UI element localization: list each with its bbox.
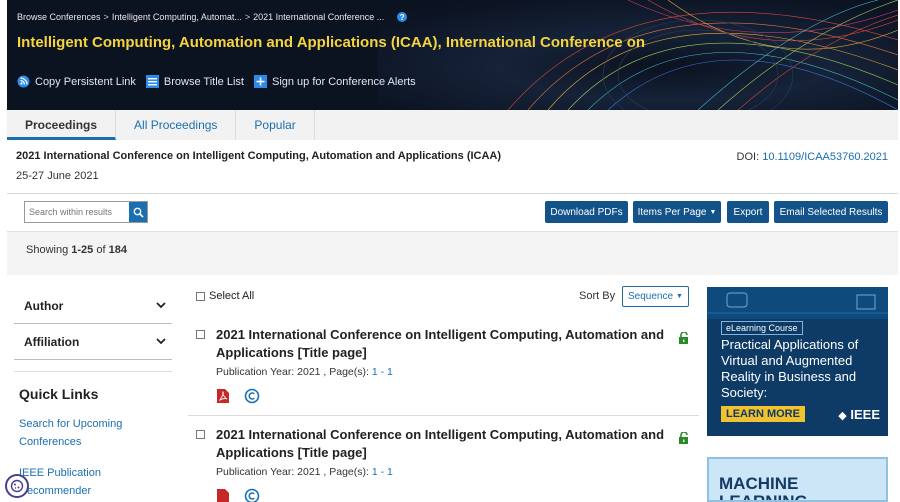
- caret-down-icon: ▼: [676, 293, 683, 300]
- select-all-checkbox[interactable]: [196, 291, 205, 301]
- result-pages: 1 - 1: [371, 466, 393, 478]
- facet-author[interactable]: Author: [14, 288, 172, 324]
- quick-links-title: Quick Links: [19, 386, 99, 402]
- breadcrumb-current-conference[interactable]: 2021 International Conference ...: [253, 12, 384, 22]
- facet-affiliation[interactable]: Affiliation: [14, 324, 172, 360]
- list-icon: [145, 75, 159, 88]
- result-meta: Publication Year: 2021 , Page(s): 1 - 1: [216, 366, 393, 378]
- open-access-lock-icon: [678, 431, 690, 449]
- facet-affiliation-label: Affiliation: [24, 334, 80, 349]
- showing-total: 184: [108, 244, 127, 256]
- export-button[interactable]: Export: [727, 201, 769, 223]
- plus-icon: [253, 75, 267, 88]
- breadcrumb: Browse Conferences > Intelligent Computi…: [17, 12, 408, 22]
- tab-popular[interactable]: Popular: [236, 110, 315, 140]
- browse-title-list-label: Browse Title List: [163, 75, 244, 88]
- search-within-results: [24, 201, 148, 223]
- doi: DOI: 10.1109/ICAA53760.2021: [737, 151, 888, 163]
- showing-range: 1-25: [71, 244, 94, 256]
- breadcrumb-conference-series[interactable]: Intelligent Computing, Automat...: [112, 12, 242, 22]
- tab-bar: Proceedings All Proceedings Popular: [7, 110, 898, 140]
- conference-alerts-label: Sign up for Conference Alerts: [271, 75, 416, 88]
- breadcrumb-separator: >: [244, 12, 251, 22]
- tab-proceedings[interactable]: Proceedings: [7, 110, 117, 140]
- chevron-down-icon: [156, 302, 166, 309]
- download-pdfs-label: Download PDFs: [550, 206, 623, 218]
- doi-link[interactable]: 10.1109/ICAA53760.2021: [762, 151, 888, 163]
- showing-of: of: [96, 244, 106, 256]
- facet-author-label: Author: [24, 298, 64, 313]
- cookie-settings-icon[interactable]: [5, 474, 29, 498]
- quick-link-publication-recommender[interactable]: IEEE Publication Recommender: [19, 464, 139, 500]
- copyright-icon[interactable]: [244, 388, 260, 404]
- ieee-brand: IEEE: [850, 407, 880, 422]
- result-publication-year: Publication Year: 2021 , Page(s):: [216, 366, 369, 378]
- search-button[interactable]: [129, 202, 147, 222]
- result-checkbox[interactable]: [196, 330, 205, 339]
- download-pdfs-button[interactable]: Download PDFs: [545, 201, 628, 223]
- conference-date: 25-27 June 2021: [16, 170, 99, 182]
- copy-persistent-link-label: Copy Persistent Link: [35, 75, 136, 88]
- items-per-page-button[interactable]: Items Per Page ▼: [633, 201, 721, 223]
- doi-label: DOI:: [736, 151, 760, 163]
- quick-link-upcoming-conferences[interactable]: Search for Upcoming Conferences: [19, 415, 149, 451]
- result-title[interactable]: 2021 International Conference on Intelli…: [216, 326, 666, 362]
- select-all[interactable]: Select All: [196, 290, 254, 302]
- showing-prefix: Showing: [26, 244, 69, 256]
- banner-actions: Copy Persistent Link Browse Title List S…: [17, 75, 416, 88]
- items-per-page-label: Items Per Page: [637, 206, 707, 218]
- elearning-ad[interactable]: eLearning Course Practical Applications …: [707, 287, 888, 436]
- copyright-icon[interactable]: [244, 488, 260, 502]
- conference-name: 2021 International Conference on Intelli…: [16, 150, 502, 162]
- export-label: Export: [733, 206, 763, 218]
- divider: [7, 193, 898, 194]
- result-actions: [216, 388, 260, 404]
- ad-background-art: [707, 287, 888, 319]
- machine-learning-ad[interactable]: MACHINE LEARNING: [707, 457, 888, 502]
- sort-by-label: Sort By: [579, 290, 616, 302]
- search-icon: [133, 207, 144, 218]
- conference-alerts-button[interactable]: Sign up for Conference Alerts: [253, 75, 416, 88]
- page-title: Intelligent Computing, Automation and Ap…: [17, 34, 646, 51]
- pdf-icon[interactable]: [216, 388, 230, 404]
- learn-more-button[interactable]: LEARN MORE: [721, 406, 805, 422]
- breadcrumb-separator: >: [103, 12, 109, 22]
- email-selected-results-button[interactable]: Email Selected Results: [774, 201, 888, 223]
- conference-info: 2021 International Conference on Intelli…: [16, 150, 501, 182]
- email-selected-results-label: Email Selected Results: [779, 206, 883, 218]
- conference-banner: Browse Conferences > Intelligent Computi…: [7, 0, 898, 110]
- select-all-label: Select All: [209, 290, 255, 302]
- result-meta: Publication Year: 2021 , Page(s): 1 - 1: [216, 466, 393, 478]
- result-publication-year: Publication Year: 2021 , Page(s):: [216, 466, 369, 478]
- results-count: Showing 1-25 of 184: [26, 244, 127, 256]
- search-input[interactable]: [25, 202, 129, 222]
- result-item: 2021 International Conference on Intelli…: [196, 326, 698, 412]
- chevron-down-icon: [156, 338, 166, 345]
- open-access-lock-icon: [678, 331, 690, 349]
- sort-by-dropdown[interactable]: Sequence ▼: [622, 286, 689, 307]
- results-count-bar: [7, 231, 898, 275]
- divider: [188, 415, 699, 416]
- ad-text: Practical Applications of Virtual and Au…: [721, 337, 859, 400]
- pdf-icon[interactable]: [216, 488, 230, 502]
- tab-all-proceedings[interactable]: All Proceedings: [116, 110, 237, 140]
- ad-badge: eLearning Course: [721, 321, 803, 335]
- breadcrumb-browse-conferences[interactable]: Browse Conferences: [17, 12, 101, 22]
- help-icon[interactable]: ?: [397, 12, 408, 22]
- result-actions: [216, 488, 260, 502]
- ad2-text: MACHINE LEARNING: [719, 474, 808, 502]
- result-checkbox[interactable]: [196, 430, 205, 439]
- result-pages: 1 - 1: [371, 366, 393, 378]
- banner-artwork: [378, 0, 898, 110]
- ieee-logo: ◆ IEEE: [838, 407, 880, 422]
- divider: [14, 371, 172, 372]
- sort-by-value: Sequence: [628, 291, 674, 302]
- result-title[interactable]: 2021 International Conference on Intelli…: [216, 426, 666, 462]
- browse-title-list-button[interactable]: Browse Title List: [145, 75, 244, 88]
- copy-persistent-link-button[interactable]: Copy Persistent Link: [17, 75, 136, 88]
- caret-down-icon: ▼: [709, 208, 717, 216]
- rss-icon: [17, 75, 30, 88]
- result-item: 2021 International Conference on Intelli…: [196, 426, 698, 502]
- ieee-diamond-icon: ◆: [838, 410, 847, 422]
